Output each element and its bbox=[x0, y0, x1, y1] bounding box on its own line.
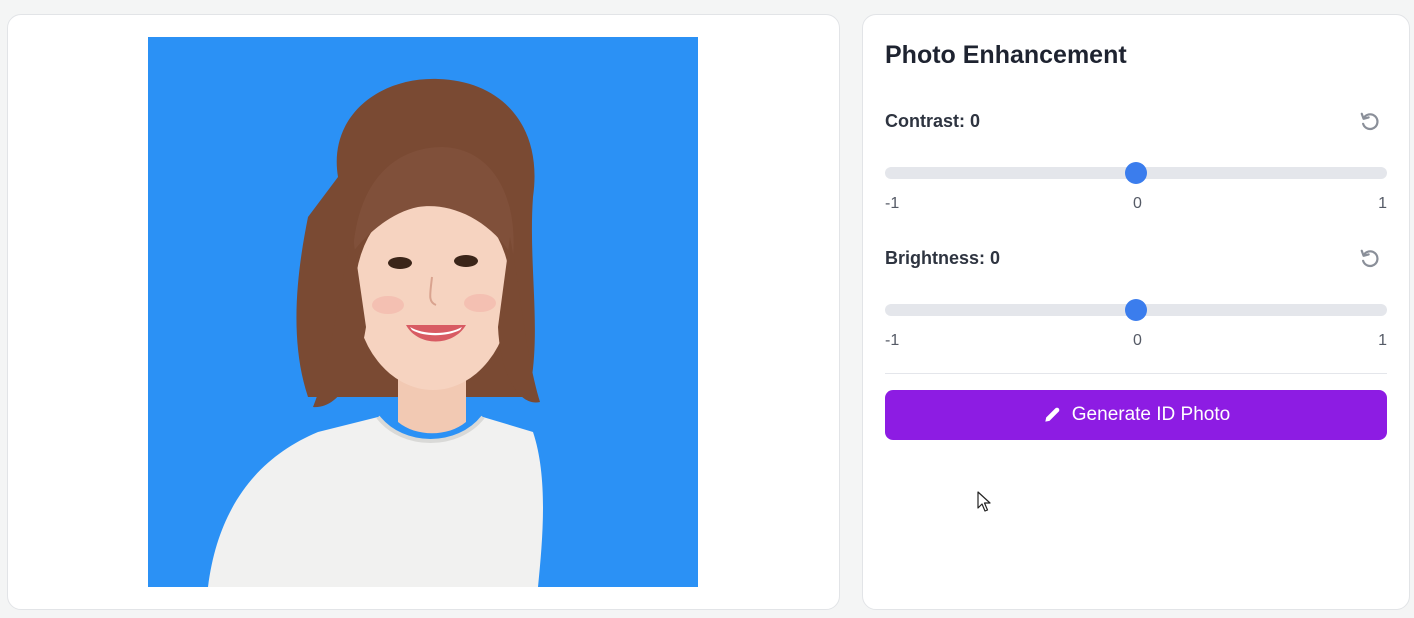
contrast-tick-mid: 0 bbox=[1133, 195, 1142, 212]
enhancement-panel: Photo Enhancement Contrast: 0 -1 0 1 Bri… bbox=[862, 14, 1410, 610]
brightness-tick-min: -1 bbox=[885, 332, 900, 349]
panel-title: Photo Enhancement bbox=[885, 41, 1127, 69]
brightness-slider[interactable] bbox=[885, 299, 1387, 321]
brightness-label: Brightness: 0 bbox=[885, 248, 1001, 268]
brightness-tick-mid: 0 bbox=[1133, 332, 1142, 349]
id-photo-preview bbox=[148, 37, 698, 587]
contrast-slider-thumb[interactable] bbox=[1125, 162, 1147, 184]
generate-id-photo-button[interactable]: Generate ID Photo bbox=[885, 390, 1387, 440]
contrast-label: Contrast: 0 bbox=[885, 111, 981, 131]
contrast-reset-icon[interactable] bbox=[1359, 111, 1381, 133]
generate-button-label: Generate ID Photo bbox=[1071, 404, 1231, 425]
brightness-reset-icon[interactable] bbox=[1359, 248, 1381, 270]
photo-preview-card bbox=[7, 14, 840, 610]
pencil-icon bbox=[1042, 405, 1062, 425]
divider bbox=[885, 373, 1387, 374]
brightness-tick-max: 1 bbox=[1378, 332, 1387, 349]
brightness-slider-thumb[interactable] bbox=[1125, 299, 1147, 321]
contrast-tick-max: 1 bbox=[1378, 195, 1387, 212]
contrast-tick-min: -1 bbox=[885, 195, 900, 212]
contrast-control: Contrast: 0 -1 0 1 bbox=[885, 107, 1387, 212]
mouse-cursor-icon bbox=[977, 491, 991, 512]
brightness-scale: -1 0 1 bbox=[885, 332, 1387, 352]
contrast-scale: -1 0 1 bbox=[885, 195, 1387, 215]
portrait-image bbox=[148, 37, 698, 587]
contrast-slider[interactable] bbox=[885, 162, 1387, 184]
brightness-control: Brightness: 0 -1 0 1 bbox=[885, 244, 1387, 349]
